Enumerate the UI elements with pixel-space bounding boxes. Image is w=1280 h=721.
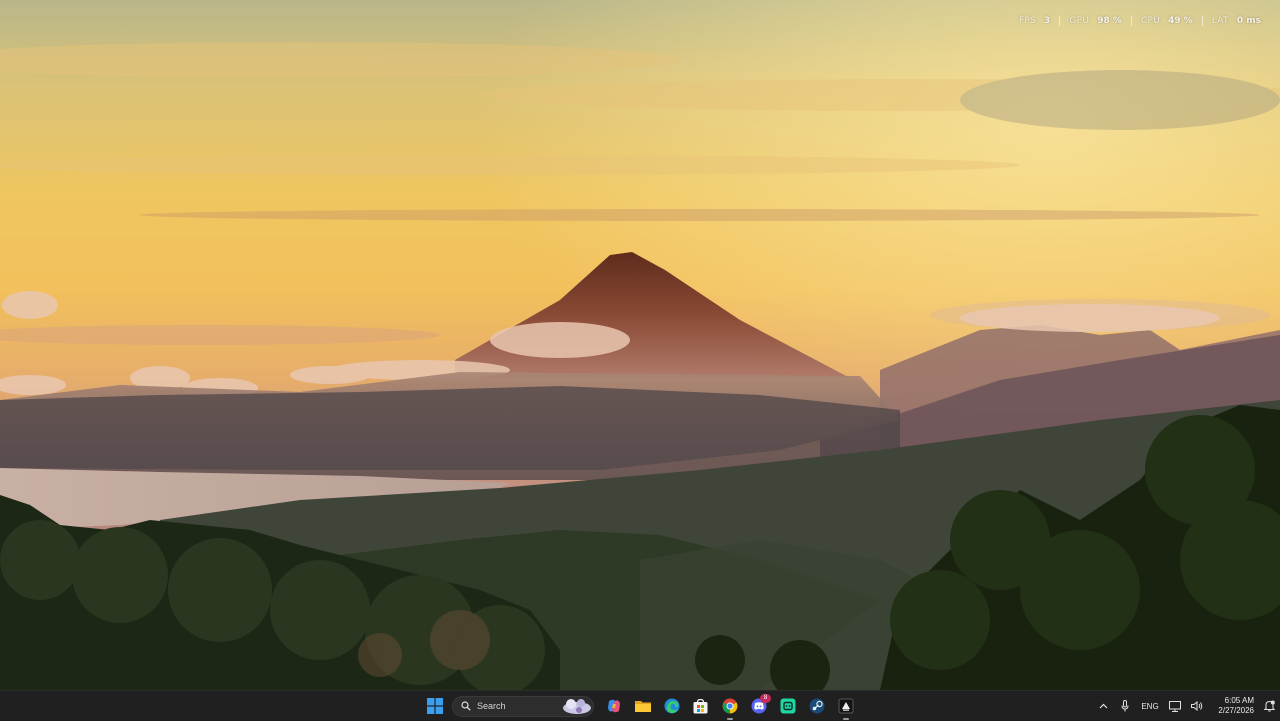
edge-browser-icon [664,698,679,714]
cpu-readout: CPU 49 % [1130,16,1202,26]
start-button[interactable] [420,692,449,721]
capture-app-button[interactable] [831,692,860,721]
active-indicator [842,717,849,720]
capture-app-icon [838,698,853,714]
notifications-button[interactable] [1258,691,1280,721]
clock-time: 6:05 AM [1224,696,1254,705]
edge-button[interactable] [657,692,686,721]
app-icon [780,698,795,714]
cpu-value: 49 % [1168,16,1193,26]
copilot-button[interactable] [599,692,628,721]
teal-app-button[interactable] [773,692,802,721]
latency-readout: LAT 0 ms [1201,16,1270,26]
taskbar: Search 8 ENG 6:05 AM 2/27/2026 [0,690,1280,720]
store-icon [693,698,708,713]
search-input[interactable]: Search [452,695,594,717]
fps-readout: FPS 3 [1010,16,1059,26]
steam-button[interactable] [802,692,831,721]
gpu-value: 98 % [1097,16,1122,26]
microphone-icon [1121,700,1129,712]
volume-button[interactable] [1186,691,1208,721]
latency-value: 0 ms [1236,16,1261,26]
volcano-landscape-image [0,0,1280,690]
gpu-readout: GPU 98 % [1059,16,1131,26]
discord-button[interactable]: 8 [744,692,773,721]
discord-badge: 8 [760,693,771,703]
performance-overlay: FPS 3 GPU 98 % CPU 49 % LAT 0 ms [1010,14,1270,28]
taskbar-apps: Search 8 [420,691,860,721]
store-button[interactable] [686,692,715,721]
fps-value: 3 [1044,16,1051,26]
copilot-icon [607,699,620,713]
folder-icon [634,701,651,712]
cpu-label: CPU [1140,16,1161,26]
chrome-button[interactable] [715,692,744,721]
system-tray: ENG 6:05 AM 2/27/2026 [1092,691,1280,721]
steam-icon [809,698,824,714]
windows-logo-icon [426,698,443,714]
microphone-button[interactable] [1114,691,1136,721]
show-hidden-icons-button[interactable] [1092,691,1114,721]
network-button[interactable] [1164,691,1186,721]
desktop-wallpaper [0,0,1280,690]
speaker-icon [1191,701,1203,711]
search-placeholder: Search [477,701,506,711]
clock-button[interactable]: 6:05 AM 2/27/2026 [1208,691,1258,721]
clock-date: 2/27/2026 [1218,706,1254,715]
network-icon [1169,700,1181,712]
bell-icon [1263,700,1275,712]
active-indicator [726,717,733,720]
fps-label: FPS [1018,16,1037,26]
file-explorer-button[interactable] [628,692,657,721]
chrome-icon [722,698,737,714]
chevron-up-icon [1099,703,1107,709]
search-highlight-icon [563,698,591,714]
latency-label: LAT [1211,16,1229,26]
search-icon [461,701,471,711]
language-indicator[interactable]: ENG [1136,691,1164,721]
gpu-label: GPU [1069,16,1090,26]
